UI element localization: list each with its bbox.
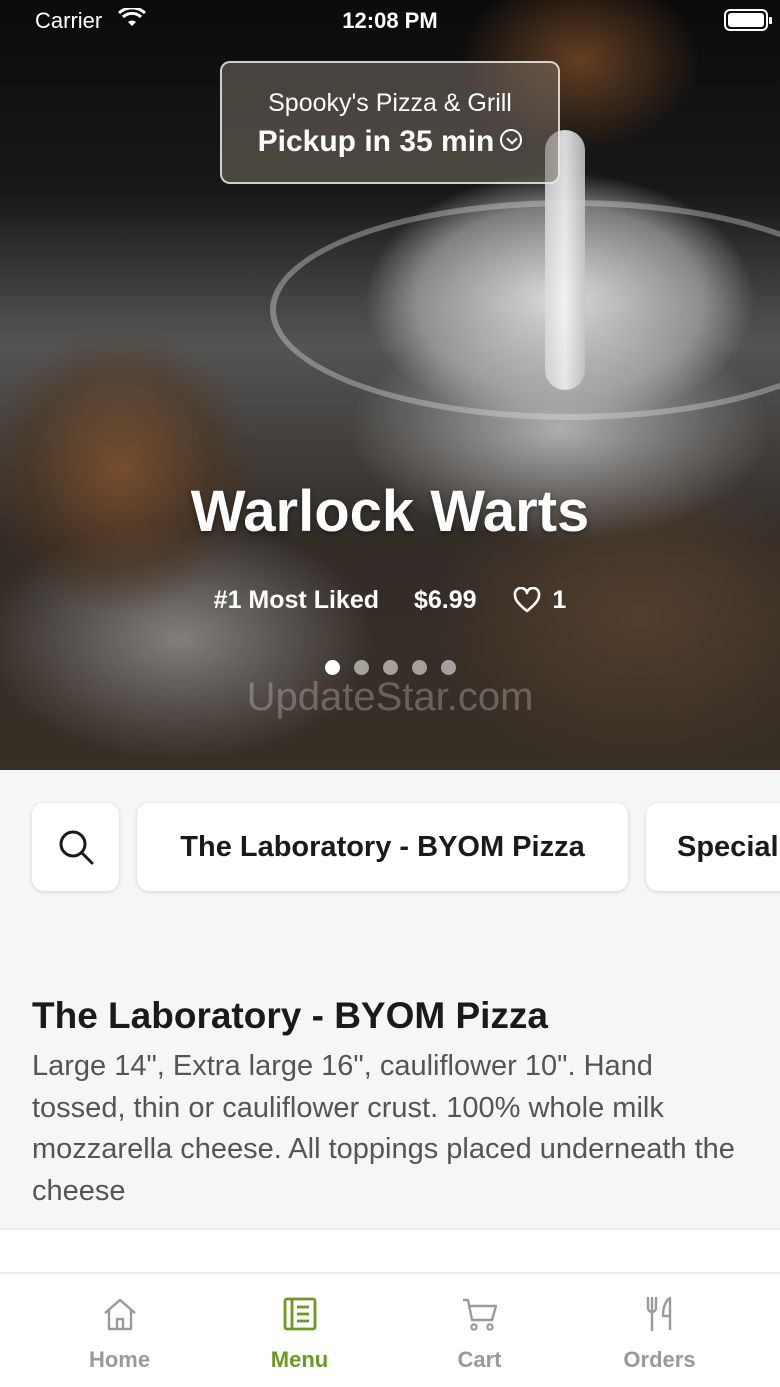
category-chip-special[interactable]: Special bbox=[646, 803, 780, 891]
pickup-eta-text: Pickup in 35 min bbox=[257, 125, 495, 158]
store-name: Spooky's Pizza & Grill bbox=[268, 89, 512, 117]
carousel-dot[interactable] bbox=[353, 660, 369, 675]
menu-item-list bbox=[0, 1230, 780, 1272]
cart-icon bbox=[463, 1298, 498, 1331]
tab-label: Cart bbox=[457, 1347, 502, 1372]
category-chip-laboratory[interactable]: The Laboratory - BYOM Pizza bbox=[137, 803, 628, 891]
app-screen: Carrier 12:08 PM Spooky's Pizza & Grill … bbox=[0, 0, 780, 1387]
category-section: The Laboratory - BYOM Pizza Large 14", E… bbox=[0, 970, 780, 1228]
tab-menu[interactable]: Menu bbox=[202, 1274, 397, 1387]
tab-orders[interactable]: Orders bbox=[562, 1274, 757, 1387]
home-icon bbox=[104, 1298, 136, 1331]
search-icon bbox=[59, 830, 94, 865]
orders-icon bbox=[646, 1296, 672, 1332]
carousel-dot[interactable] bbox=[440, 660, 456, 675]
carousel-dot[interactable] bbox=[382, 660, 398, 675]
pickup-selector[interactable]: Spooky's Pizza & Grill Pickup in 35 min bbox=[220, 61, 560, 184]
tab-bar: Home Menu Cart Orders bbox=[0, 1272, 780, 1387]
menu-icon bbox=[283, 1297, 317, 1331]
featured-item-title: Warlock Warts bbox=[190, 479, 590, 544]
heart-icon[interactable] bbox=[513, 587, 541, 613]
tab-label: Orders bbox=[623, 1347, 696, 1372]
carousel-dot[interactable] bbox=[411, 660, 427, 675]
carousel-dot[interactable] bbox=[324, 660, 340, 675]
featured-like-count: 1 bbox=[552, 585, 567, 614]
category-title: The Laboratory - BYOM Pizza bbox=[32, 995, 549, 1036]
featured-hero-image[interactable]: Carrier 12:08 PM Spooky's Pizza & Grill … bbox=[0, 0, 780, 770]
tab-label: Menu bbox=[270, 1347, 329, 1372]
featured-price: $6.99 bbox=[413, 585, 477, 614]
featured-rank: #1 Most Liked bbox=[213, 585, 379, 614]
search-button[interactable] bbox=[32, 803, 119, 891]
status-bar: Carrier 12:08 PM bbox=[0, 0, 780, 40]
chevron-down-icon bbox=[500, 129, 523, 152]
clock: 12:08 PM bbox=[342, 8, 438, 33]
pickup-eta: Pickup in 35 min bbox=[222, 125, 558, 159]
tab-home[interactable]: Home bbox=[22, 1274, 217, 1387]
tab-label: Home bbox=[88, 1347, 151, 1372]
category-chip-bar: The Laboratory - BYOM Pizza Special bbox=[0, 770, 780, 920]
battery-icon bbox=[724, 9, 772, 31]
tab-cart[interactable]: Cart bbox=[382, 1274, 577, 1387]
featured-item-meta: #1 Most Liked $6.99 1 bbox=[0, 585, 780, 615]
watermark: UpdateStar.com bbox=[246, 675, 534, 719]
category-description: Large 14", Extra large 16", cauliflower … bbox=[32, 1050, 735, 1207]
